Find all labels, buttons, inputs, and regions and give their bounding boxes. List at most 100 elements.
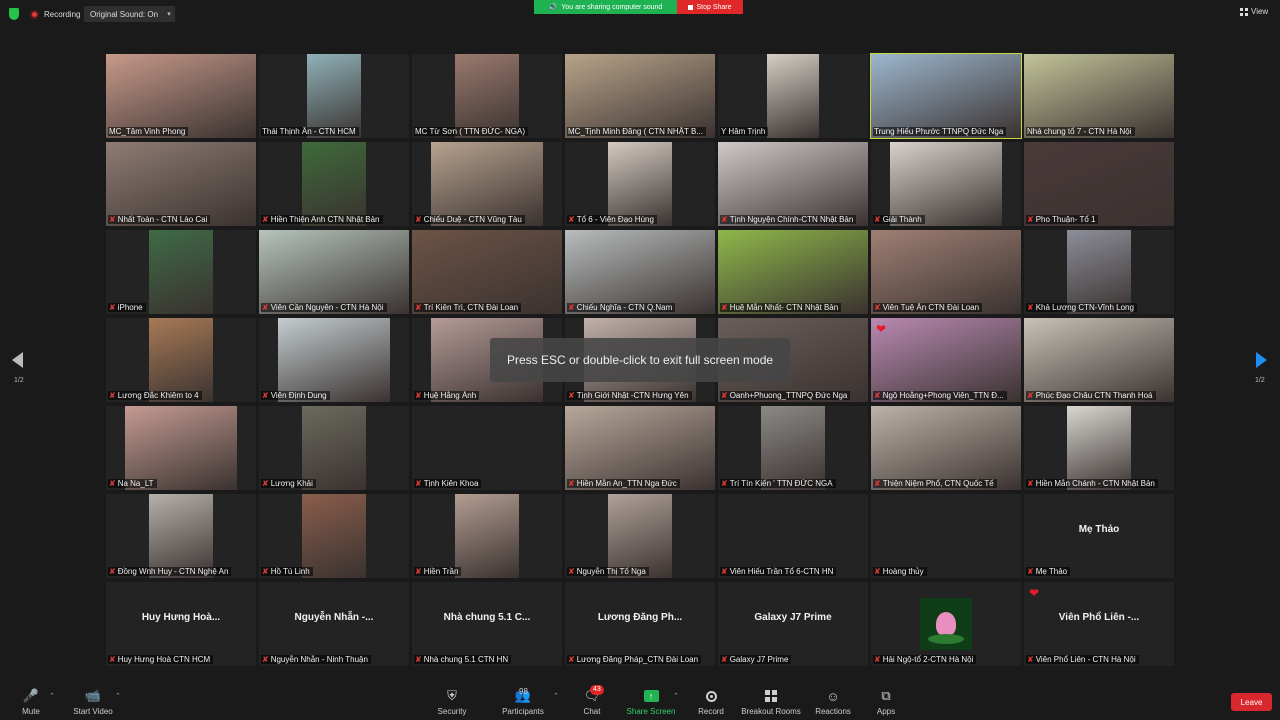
previous-page-arrow-icon[interactable] bbox=[12, 352, 23, 368]
participant-tile[interactable]: ✘ Viên Tuệ Ân CTN Đài Loan bbox=[871, 230, 1021, 314]
participant-tile[interactable]: ✘ Nguyễn Thị Tố Nga bbox=[565, 494, 715, 578]
chat-badge: 43 bbox=[590, 685, 604, 695]
participant-tile[interactable]: Lương Đăng Ph... ✘ Lương Đăng Pháp_CTN Đài… bbox=[565, 582, 715, 666]
participant-video bbox=[1024, 54, 1174, 138]
participant-tile[interactable]: ✘ Viên Cần Nguyên - CTN Hà Nội bbox=[259, 230, 409, 314]
participant-name: Galaxy J7 Prime bbox=[729, 655, 789, 664]
participant-name: Ngộ Hoằng+Phong Viên_TTN Đ... bbox=[882, 391, 1004, 400]
security-button[interactable]: ⛨ Security bbox=[435, 688, 469, 716]
participant-tile[interactable]: ❤ ✘ Ngộ Hoằng+Phong Viên_TTN Đ... bbox=[871, 318, 1021, 402]
participant-name: Hiền Trần bbox=[423, 567, 459, 576]
participant-tile[interactable]: Mẹ Thảo ✘ Mẹ Thảo bbox=[1024, 494, 1174, 578]
participant-name-label: ✘ Viên Phổ Liên - CTN Hà Nội bbox=[1026, 655, 1139, 664]
participant-tile[interactable]: ✘ Hiền Trần bbox=[412, 494, 562, 578]
participant-tile[interactable]: ✘ Na Na_LT bbox=[106, 406, 256, 490]
participant-name-label: Trung Hiếu Phước TTNPQ Đức Nga bbox=[873, 127, 1007, 136]
reactions-button[interactable]: ☺ Reactions bbox=[814, 688, 852, 717]
mute-label: Mute bbox=[22, 707, 40, 716]
participant-tile[interactable]: ✘ Chiếu Duệ - CTN Vũng Tàu bbox=[412, 142, 562, 226]
participant-tile[interactable]: ✘ iPhone bbox=[106, 230, 256, 314]
participant-tile[interactable]: Viên Phổ Liên -... ❤ ✘ Viên Phổ Liên - CTN … bbox=[1024, 582, 1174, 666]
participant-name: Hiền Mẫn An_TTN Nga Đức bbox=[576, 479, 677, 488]
participant-tile[interactable]: ✘ Hồ Tú Linh bbox=[259, 494, 409, 578]
heart-reaction-icon: ❤ bbox=[876, 322, 887, 336]
participant-tile[interactable]: ✘ Thiện Niệm Phổ, CTN Quốc Tế bbox=[871, 406, 1021, 490]
participant-tile[interactable]: Nguyễn Nhẫn -... ✘ Nguyễn Nhẫn - Ninh Thuậ… bbox=[259, 582, 409, 666]
breakout-rooms-button[interactable]: Breakout Rooms bbox=[741, 688, 801, 716]
participant-tile[interactable]: ✘ Hải Ngộ-tổ 2-CTN Hà Nội bbox=[871, 582, 1021, 666]
muted-mic-icon: ✘ bbox=[721, 479, 728, 488]
audio-options-chevron-icon[interactable]: ⌃ bbox=[49, 692, 55, 700]
participant-tile[interactable]: ✘ Pho Thuận- Tổ 1 bbox=[1024, 142, 1174, 226]
participant-tile[interactable]: Thái Thịnh Ân - CTN HCM bbox=[259, 54, 409, 138]
participant-video bbox=[412, 230, 562, 314]
participant-video bbox=[565, 230, 715, 314]
view-label: View bbox=[1251, 7, 1269, 16]
participant-tile[interactable]: ✘ Huệ Mẫn Nhất- CTN Nhật Bản bbox=[718, 230, 868, 314]
participant-tile[interactable]: ✘ Đồng Wnh Huy - CTN Nghệ An bbox=[106, 494, 256, 578]
participant-video bbox=[149, 318, 213, 402]
participant-tile[interactable]: ✘ Tịnh Kiên Khoa bbox=[412, 406, 562, 490]
participant-tile[interactable]: Huy Hưng Hoà... ✘ Huy Hưng Hoà CTN HCM bbox=[106, 582, 256, 666]
participant-tile[interactable]: ✘ Nhất Toàn - CTN Lào Cai bbox=[106, 142, 256, 226]
record-button[interactable]: Record bbox=[696, 688, 726, 716]
page-indicator-left: 1/2 bbox=[14, 377, 24, 384]
participant-name: Nhà chung 5.1 CTN HN bbox=[423, 655, 509, 664]
participant-name: Huy Hưng Hoà CTN HCM bbox=[117, 655, 211, 664]
participant-tile[interactable]: ✘ Chiếu Nghĩa - CTN Q.Nam bbox=[565, 230, 715, 314]
participant-tile[interactable]: ✘ Lương Đắc Khiêm to 4 bbox=[106, 318, 256, 402]
view-button[interactable]: View bbox=[1240, 7, 1268, 16]
participant-tile[interactable]: Nhà chung tổ 7 - CTN Hà Nội bbox=[1024, 54, 1174, 138]
apps-button[interactable]: ⧉ Apps bbox=[873, 688, 899, 716]
participant-tile[interactable]: ✘ Viên Định Dung bbox=[259, 318, 409, 402]
record-icon bbox=[696, 688, 726, 704]
participants-button[interactable]: 👥 98 Participants bbox=[500, 687, 546, 716]
participant-tile[interactable]: MC_Tâm Vinh Phong bbox=[106, 54, 256, 138]
share-options-chevron-icon[interactable]: ⌃ bbox=[673, 692, 679, 700]
chat-button[interactable]: 🗨 43 Chat bbox=[580, 685, 604, 716]
stop-share-button[interactable]: Stop Share bbox=[677, 0, 743, 14]
participant-name-label: ✘ Giải Thành bbox=[873, 215, 925, 224]
participant-tile[interactable]: ✘ Trí Kiên Trì, CTN Đài Loan bbox=[412, 230, 562, 314]
participant-name-label: ✘ Ngộ Hoằng+Phong Viên_TTN Đ... bbox=[873, 391, 1007, 400]
share-screen-button[interactable]: ↑ Share Screen bbox=[626, 688, 676, 716]
participant-tile[interactable]: ✘ Giải Thành bbox=[871, 142, 1021, 226]
participant-video bbox=[871, 54, 1021, 138]
chevron-down-icon[interactable]: ▾ bbox=[163, 6, 175, 22]
participant-name-label: ✘ Trí Kiên Trì, CTN Đài Loan bbox=[414, 303, 522, 312]
start-video-button[interactable]: 📹 Start Video bbox=[70, 688, 116, 716]
participant-tile[interactable]: ✘ Lương Khải bbox=[259, 406, 409, 490]
participant-video bbox=[608, 142, 672, 226]
participant-tile[interactable]: MC Từ Sơn ( TTN ĐỨC- NGA) bbox=[412, 54, 562, 138]
record-label: Record bbox=[698, 707, 724, 716]
video-options-chevron-icon[interactable]: ⌃ bbox=[115, 692, 121, 700]
recording-indicator[interactable]: Recording bbox=[30, 6, 80, 22]
leave-button[interactable]: Leave bbox=[1231, 693, 1272, 711]
participant-tile[interactable]: ✘ Hiền Mẫn Chánh - CTN Nhật Bản bbox=[1024, 406, 1174, 490]
participant-tile[interactable]: Nhà chung 5.1 C... ✘ Nhà chung 5.1 CTN HN bbox=[412, 582, 562, 666]
participant-tile[interactable]: ✘ Hiền Mẫn An_TTN Nga Đức bbox=[565, 406, 715, 490]
participant-video bbox=[871, 230, 1021, 314]
participant-tile[interactable]: Trung Hiếu Phước TTNPQ Đức Nga bbox=[870, 53, 1022, 139]
participant-tile[interactable]: Y Hâm Trịnh bbox=[718, 54, 868, 138]
participants-chevron-icon[interactable]: ⌃ bbox=[553, 692, 559, 700]
mute-button[interactable]: 🎤 Mute bbox=[16, 688, 46, 716]
participant-name-label: ✘ Nguyễn Nhẫn - Ninh Thuận bbox=[261, 655, 371, 664]
participant-tile[interactable]: MC_Tịnh Minh Đăng ( CTN NHẬT B... bbox=[565, 54, 715, 138]
next-page-arrow-icon[interactable] bbox=[1256, 352, 1267, 368]
participant-tile[interactable]: ✘ Tịnh Nguyện Chính-CTN Nhật Bản bbox=[718, 142, 868, 226]
participant-tile[interactable]: ✘ Phúc Đạo Châu CTN Thanh Hoá bbox=[1024, 318, 1174, 402]
participant-tile[interactable]: ✘ Viên Hiếu Trần Tổ 6-CTN HN bbox=[718, 494, 868, 578]
participant-tile[interactable]: ✘ Hiền Thiện Anh CTN Nhật Bản bbox=[259, 142, 409, 226]
participant-tile[interactable]: ✘ Trí Tín Kiến ' TTN ĐỨC NGA bbox=[718, 406, 868, 490]
participant-tile[interactable]: ✘ Tổ 6 - Viên Đạo Hùng bbox=[565, 142, 715, 226]
security-shield-icon[interactable] bbox=[9, 8, 19, 20]
meeting-toolbar: 🎤 Mute ⌃ 📹 Start Video ⌃ ⛨ Security 👥 98 … bbox=[0, 684, 1280, 720]
participant-tile[interactable]: Galaxy J7 Prime ✘ Galaxy J7 Prime bbox=[718, 582, 868, 666]
participant-tile[interactable]: ✘ Hoàng thủy bbox=[871, 494, 1021, 578]
participant-name-label: Thái Thịnh Ân - CTN HCM bbox=[261, 127, 359, 136]
participant-tile[interactable]: ✘ Khả Lương CTN-Vĩnh Long bbox=[1024, 230, 1174, 314]
participant-name-label: ✘ Mẹ Thảo bbox=[1026, 567, 1071, 576]
apps-icon: ⧉ bbox=[881, 688, 891, 703]
original-sound-button[interactable]: Original Sound: On bbox=[84, 6, 165, 22]
